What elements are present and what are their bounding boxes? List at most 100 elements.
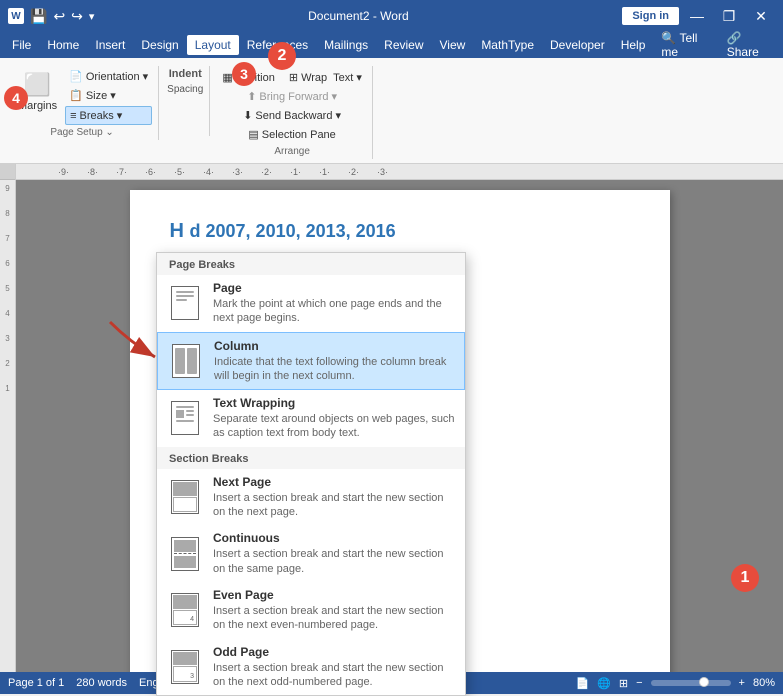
break-page-item[interactable]: Page Mark the point at which one page en… [157,275,465,332]
section-breaks-title: Section Breaks [157,447,465,469]
word-icon: W [8,8,24,24]
orientation-icon: 📄 [69,70,83,83]
bring-forward-chevron: ▾ [331,90,337,103]
zoom-out-icon[interactable]: − [636,677,642,689]
break-page-icon [167,285,203,321]
selection-pane-icon: ▤ [248,128,258,141]
menu-design[interactable]: Design [133,35,186,55]
size-chevron: ▾ [110,89,116,102]
zoom-handle[interactable] [699,677,709,687]
close-button[interactable]: ✕ [747,6,775,26]
step-3-badge: 3 [232,62,256,86]
menu-insert[interactable]: Insert [87,35,133,55]
ribbon-content: ⬜ Margins 📄 Orientation ▾ 📋 Size ▾ [4,62,779,163]
restore-button[interactable]: ❐ [715,6,743,26]
send-backward-icon: ⬇ [243,109,252,122]
break-continuous-text: Continuous Insert a section break and st… [213,531,455,576]
break-page-text: Page Mark the point at which one page en… [213,281,455,326]
break-column-item[interactable]: Column Indicate that the text following … [157,332,465,391]
menu-share[interactable]: 🔗 Share [719,28,779,62]
vertical-ruler: 9 8 7 6 5 4 3 2 1 [0,164,16,672]
break-textwrap-icon [167,400,203,436]
size-icon: 📋 [69,89,83,102]
break-oddpage-text: Odd Page Insert a section break and star… [213,645,455,690]
title-bar-left: W 💾 ↩ ↪ ▾ [8,8,94,25]
redo-icon[interactable]: ↪ [71,8,83,25]
zoom-level: 80% [753,677,775,689]
status-right: 📄 🌐 ⊞ − + 80% [575,677,775,690]
break-textwrap-item[interactable]: Text Wrapping Separate text around objec… [157,390,465,447]
menu-mathtype[interactable]: MathType [473,35,542,55]
wrap-chevron: ▾ [356,71,362,84]
break-continuous-icon [167,536,203,572]
page-info: Page 1 of 1 [8,677,64,689]
break-nextpage-item[interactable]: Next Page Insert a section break and sta… [157,469,465,526]
step-4-badge: 4 [4,86,28,110]
selection-pane-button[interactable]: ▤ Selection Pane [244,126,339,143]
break-nextpage-text: Next Page Insert a section break and sta… [213,475,455,520]
breaks-dropdown[interactable]: Page Breaks Page Mark the point at which… [156,252,466,696]
minimize-button[interactable]: — [683,6,711,26]
ribbon: 2 3 4 ⬜ Margins 📄 Orientation ▾ 📋 [0,58,783,164]
page-breaks-title: Page Breaks [157,253,465,275]
menu-file[interactable]: File [4,35,39,55]
wrap-text-button[interactable]: ⊞ Wrap Text ▾ [285,69,366,86]
break-column-icon [168,343,204,379]
menu-view[interactable]: View [432,35,474,55]
title-bar-right: Sign in — ❐ ✕ [622,6,775,26]
indent-label: Indent [169,68,202,80]
break-oddpage-icon: 3 [167,649,203,685]
breaks-chevron: ▾ [117,109,123,122]
ribbon-group-page-setup: ⬜ Margins 📄 Orientation ▾ 📋 Size ▾ [6,66,159,140]
title-bar-title: Document2 - Word [94,9,622,23]
orientation-chevron: ▾ [143,70,149,83]
zoom-in-icon[interactable]: + [739,677,745,689]
send-backward-chevron: ▾ [335,109,341,122]
breaks-icon: ≡ [70,110,76,122]
arrange-row-2: ⬆ Bring Forward ▾ [243,88,341,105]
app-title: Document2 - Word [308,9,408,23]
menu-mailings[interactable]: Mailings [316,35,376,55]
page-setup-buttons: ⬜ Margins 📄 Orientation ▾ 📋 Size ▾ [12,68,152,125]
break-continuous-item[interactable]: Continuous Insert a section break and st… [157,525,465,582]
send-backward-button[interactable]: ⬇ Send Backward ▾ [239,107,345,124]
menu-layout[interactable]: Layout [187,35,239,55]
spacing-label: Spacing [167,84,203,95]
zoom-bar[interactable] [651,680,731,686]
focus-icon[interactable]: ⊞ [619,677,628,690]
menu-home[interactable]: Home [39,35,87,55]
break-column-text: Column Indicate that the text following … [214,339,454,384]
bring-forward-button[interactable]: ⬆ Bring Forward ▾ [243,88,341,105]
wrap-text-icon: ⊞ [289,71,298,84]
break-evenpage-item[interactable]: 4 Even Page Insert a section break and s… [157,582,465,639]
doc-title: H d 2007, 2010, 2013, 2016 [170,220,630,243]
menu-bar: File Home Insert Design Layout Reference… [0,32,783,58]
arrange-label: Arrange [274,144,310,157]
step-2-badge: 2 [268,42,296,70]
web-view-icon[interactable]: 🌐 [597,677,611,690]
step-1-badge: 1 [731,564,759,592]
arrange-row-4: ▤ Selection Pane [244,126,339,143]
ribbon-group-indent: Indent Spacing [161,66,210,136]
menu-help[interactable]: Help [613,35,654,55]
break-oddpage-item[interactable]: 3 Odd Page Insert a section break and st… [157,639,465,696]
breaks-button[interactable]: ≡ Breaks ▾ [65,106,152,125]
page-setup-label: Page Setup ⌄ [50,125,113,138]
undo-icon[interactable]: ↩ [53,8,65,25]
orientation-button[interactable]: 📄 Orientation ▾ [65,68,152,85]
arrange-row-3: ⬇ Send Backward ▾ [239,107,345,124]
horizontal-ruler: ·9· ·8· ·7· ·6· ·5· ·4· ·3· ·2· ·1· ·1· … [16,164,783,180]
break-nextpage-icon [167,479,203,515]
size-button[interactable]: 📋 Size ▾ [65,87,152,104]
word-count: 280 words [76,677,127,689]
menu-review[interactable]: Review [376,35,431,55]
margins-icon: ⬜ [24,72,51,98]
menu-developer[interactable]: Developer [542,35,613,55]
save-icon[interactable]: 💾 [30,8,47,25]
break-evenpage-text: Even Page Insert a section break and sta… [213,588,455,633]
signin-button[interactable]: Sign in [622,7,679,25]
bring-forward-icon: ⬆ [247,90,256,103]
menu-tell-me[interactable]: 🔍 Tell me [653,28,718,62]
break-evenpage-icon: 4 [167,592,203,628]
document-view-icon[interactable]: 📄 [575,677,589,690]
